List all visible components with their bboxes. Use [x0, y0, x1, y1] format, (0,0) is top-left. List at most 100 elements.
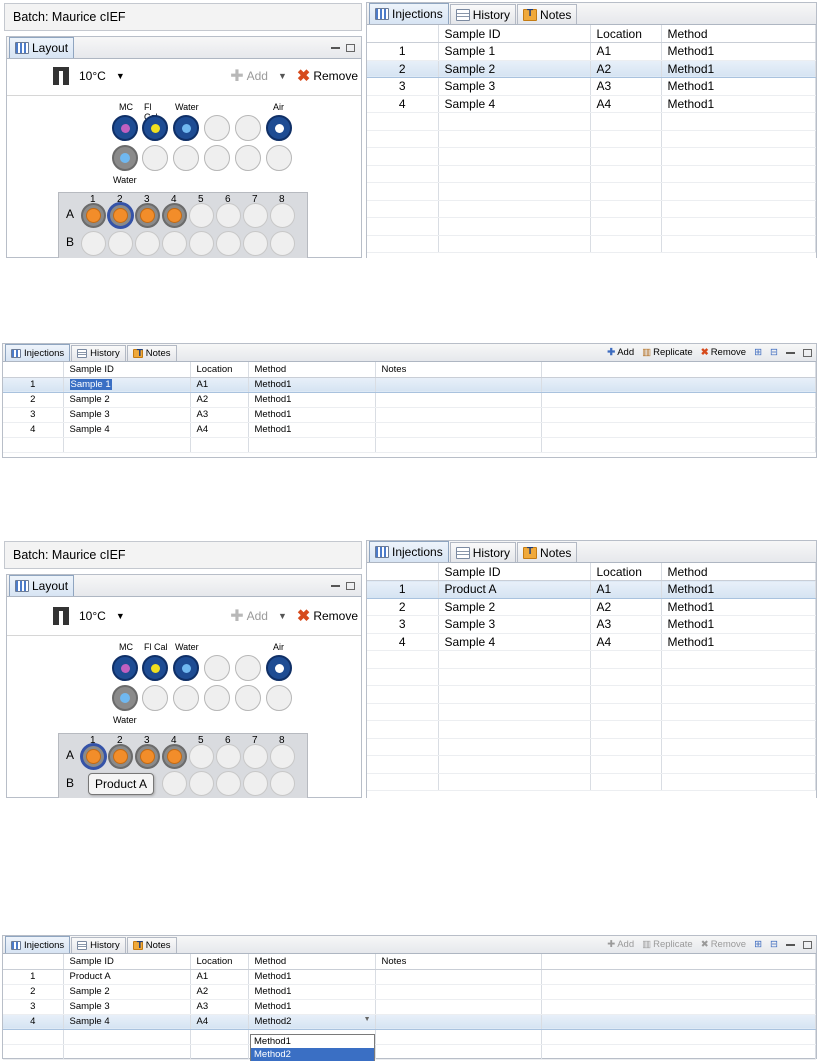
- add-button[interactable]: ✚ Add: [607, 939, 634, 950]
- plate-well-a1[interactable]: [81, 744, 106, 769]
- well-n4[interactable]: [204, 145, 230, 171]
- tab-history[interactable]: History: [449, 4, 517, 24]
- table-row[interactable]: 2 Sample 2 A2 Method1: [367, 598, 816, 616]
- temperature-dropdown-icon[interactable]: ▼: [116, 71, 125, 81]
- table-row[interactable]: 4 Sample 4 A4 Method1: [367, 633, 816, 651]
- plate-well-b5[interactable]: [189, 231, 214, 256]
- table-row[interactable]: 3 Sample 3 A3 Method1: [367, 615, 816, 634]
- add-button[interactable]: ✚ Add: [230, 66, 268, 86]
- plate-well-a8[interactable]: [270, 203, 295, 228]
- tab-notes[interactable]: Notes: [517, 4, 578, 24]
- plate-well-b2[interactable]: [108, 231, 133, 256]
- replicate-button[interactable]: ▥ Replicate: [642, 939, 693, 950]
- plate-well-b7[interactable]: [243, 771, 268, 796]
- sample-id-editing[interactable]: Sample 1: [69, 379, 112, 390]
- plate-well-b4[interactable]: [162, 231, 187, 256]
- plate-well-b6[interactable]: [216, 771, 241, 796]
- plate-well-b3[interactable]: [135, 231, 160, 256]
- add-button[interactable]: ✚ Add: [230, 606, 268, 626]
- tab-history[interactable]: History: [71, 345, 126, 361]
- tab-notes[interactable]: Notes: [517, 542, 578, 562]
- plate-well-a3[interactable]: [135, 203, 160, 228]
- plate-well-b4[interactable]: [162, 771, 187, 796]
- minimize-icon[interactable]: [786, 943, 795, 946]
- plate-well-a4[interactable]: [162, 744, 187, 769]
- temperature-dropdown-icon[interactable]: ▼: [116, 611, 125, 621]
- maximize-icon[interactable]: [803, 940, 812, 949]
- tab-layout[interactable]: Layout: [9, 37, 75, 58]
- tab-history[interactable]: History: [71, 937, 126, 953]
- plate-well-a7[interactable]: [243, 203, 268, 228]
- method-select[interactable]: Method2: [255, 1016, 292, 1027]
- table-row[interactable]: 3 Sample 3 A3 Method1: [3, 407, 816, 423]
- well-n3[interactable]: [173, 685, 199, 711]
- col-sample-id[interactable]: Sample ID: [438, 25, 591, 43]
- tab-notes[interactable]: Notes: [126, 345, 177, 361]
- well-n1[interactable]: [112, 685, 138, 711]
- tab-injections[interactable]: Injections: [5, 344, 71, 361]
- col-sample-id[interactable]: Sample ID: [63, 954, 191, 970]
- collapse-icon[interactable]: ⊟: [770, 939, 778, 950]
- col-location[interactable]: Location: [190, 362, 249, 378]
- plate-well-b7[interactable]: [243, 231, 268, 256]
- col-location[interactable]: Location: [190, 954, 249, 970]
- table-row[interactable]: 1 Sample 1 A1 Method1: [367, 42, 816, 61]
- plate-well-b5[interactable]: [189, 771, 214, 796]
- well-p4[interactable]: [204, 115, 230, 141]
- table-row[interactable]: 3 Sample 3 A3 Method1: [3, 999, 816, 1015]
- col-method[interactable]: Method: [661, 25, 816, 43]
- well-p2[interactable]: [142, 655, 168, 681]
- col-notes[interactable]: Notes: [375, 954, 542, 970]
- minimize-icon[interactable]: [331, 46, 340, 49]
- plate-well-b8[interactable]: [270, 771, 295, 796]
- dropdown-option-method1[interactable]: Method1: [251, 1035, 374, 1048]
- col-notes[interactable]: Notes: [375, 362, 542, 378]
- plate-well-a7[interactable]: [243, 744, 268, 769]
- tab-layout[interactable]: Layout: [9, 575, 75, 596]
- well-p1[interactable]: [112, 655, 138, 681]
- remove-button[interactable]: ✖ Remove: [701, 939, 746, 950]
- col-sample-id[interactable]: Sample ID: [438, 563, 591, 581]
- plate-well-b6[interactable]: [216, 231, 241, 256]
- table-row[interactable]: 2 Sample 2 A2 Method1: [3, 392, 816, 408]
- well-n5[interactable]: [235, 145, 261, 171]
- maximize-icon[interactable]: [346, 43, 355, 52]
- tab-history[interactable]: History: [449, 542, 517, 562]
- well-n4[interactable]: [204, 685, 230, 711]
- remove-button[interactable]: ✖ Remove: [297, 66, 358, 86]
- well-p1[interactable]: [112, 115, 138, 141]
- remove-button[interactable]: ✖ Remove: [701, 347, 746, 358]
- add-button[interactable]: ✚ Add: [607, 347, 634, 358]
- tab-notes[interactable]: Notes: [126, 937, 177, 953]
- well-n1[interactable]: [112, 145, 138, 171]
- tab-injections[interactable]: Injections: [5, 936, 71, 953]
- table-row-selected[interactable]: 2 Sample 2 A2 Method1: [367, 59, 816, 78]
- well-p4[interactable]: [204, 655, 230, 681]
- maximize-icon[interactable]: [803, 348, 812, 357]
- plate-well-a2[interactable]: [108, 203, 133, 228]
- maximize-icon[interactable]: [346, 581, 355, 590]
- plate-well-a6[interactable]: [216, 744, 241, 769]
- plate-well-a6[interactable]: [216, 203, 241, 228]
- minimize-icon[interactable]: [331, 584, 340, 587]
- tab-injections[interactable]: Injections: [369, 541, 449, 562]
- add-dropdown-icon[interactable]: ▼: [278, 71, 287, 81]
- add-dropdown-icon[interactable]: ▼: [278, 611, 287, 621]
- well-p6[interactable]: [266, 655, 292, 681]
- replicate-button[interactable]: ▥ Replicate: [642, 347, 693, 358]
- plate-well-a3[interactable]: [135, 744, 160, 769]
- well-p3[interactable]: [173, 115, 199, 141]
- well-n2[interactable]: [142, 145, 168, 171]
- remove-button[interactable]: ✖ Remove: [297, 606, 358, 626]
- plate-well-a4[interactable]: [162, 203, 187, 228]
- well-p5[interactable]: [235, 655, 261, 681]
- well-n2[interactable]: [142, 685, 168, 711]
- well-p2[interactable]: [142, 115, 168, 141]
- col-method[interactable]: Method: [248, 362, 376, 378]
- well-n6[interactable]: [266, 685, 292, 711]
- well-n5[interactable]: [235, 685, 261, 711]
- plate-well-a1[interactable]: [81, 203, 106, 228]
- well-p3[interactable]: [173, 655, 199, 681]
- plate-well-a8[interactable]: [270, 744, 295, 769]
- col-method[interactable]: Method: [248, 954, 376, 970]
